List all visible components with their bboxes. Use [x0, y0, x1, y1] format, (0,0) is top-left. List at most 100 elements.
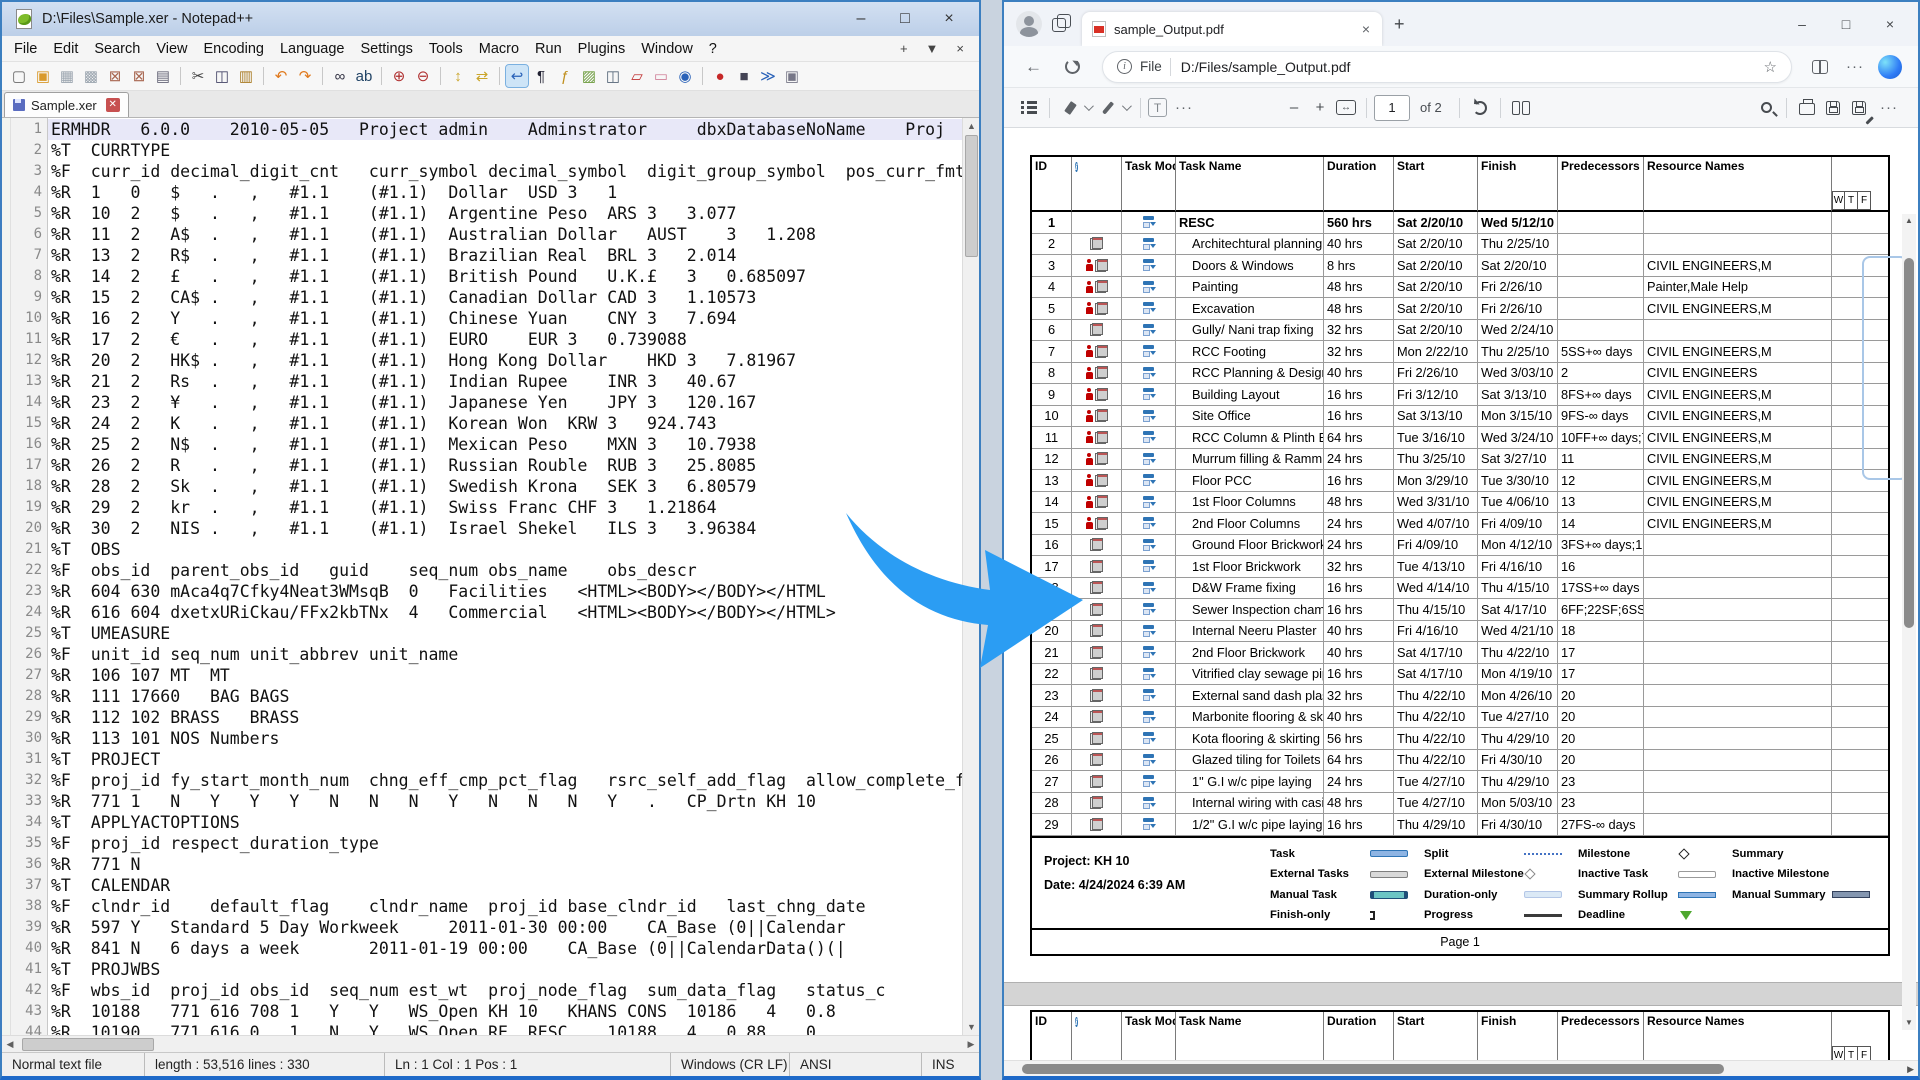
undo-icon[interactable]: ↶: [270, 65, 292, 87]
menu-macro[interactable]: Macro: [471, 38, 527, 60]
tab-close-icon[interactable]: ×: [1360, 21, 1372, 37]
menu-language[interactable]: Language: [272, 38, 353, 60]
menu-plugins[interactable]: Plugins: [570, 38, 634, 60]
back-icon[interactable]: ←: [1014, 57, 1053, 77]
document-map-icon[interactable]: ▨: [578, 65, 600, 87]
address-input[interactable]: i File D:/Files/sample_Output.pdf ☆: [1102, 50, 1792, 83]
page-info-icon[interactable]: i: [1117, 59, 1132, 74]
refresh-icon[interactable]: [1065, 59, 1080, 74]
menu-help[interactable]: ?: [701, 38, 725, 60]
draw-pen-icon[interactable]: [1095, 95, 1121, 121]
replace-icon[interactable]: ab: [353, 65, 375, 87]
menu-view[interactable]: View: [148, 38, 195, 60]
macro-stop-icon[interactable]: ■: [733, 65, 755, 87]
file-monitoring-icon[interactable]: ◉: [674, 65, 696, 87]
rotate-icon[interactable]: [1467, 95, 1493, 121]
pen-chevron-icon[interactable]: [1121, 101, 1132, 112]
sync-horizontal-scroll-icon[interactable]: ⇄: [471, 65, 493, 87]
zoom-in-icon[interactable]: ⊕: [388, 65, 410, 87]
highlighter-chevron-icon[interactable]: [1083, 101, 1094, 112]
close-document-icon[interactable]: ×: [947, 41, 973, 56]
macro-playback-icon[interactable]: ≫: [757, 65, 779, 87]
menu-file[interactable]: File: [6, 38, 45, 60]
horizontal-scroll-thumb[interactable]: [1022, 1064, 1724, 1074]
zoom-in-icon[interactable]: +: [1307, 95, 1333, 121]
tab-sample-output-pdf[interactable]: sample_Output.pdf ×: [1082, 12, 1382, 46]
zoom-out-icon[interactable]: ⊖: [412, 65, 434, 87]
browser-menu-icon[interactable]: ···: [1838, 58, 1872, 75]
save-icon[interactable]: ▦: [56, 65, 78, 87]
page-number-input[interactable]: 1: [1374, 94, 1410, 121]
pdf-viewport[interactable]: IDiTask ModeTask NameDurationStartFinish…: [1004, 128, 1918, 1060]
save-all-icon[interactable]: ▩: [80, 65, 102, 87]
cut-icon[interactable]: ✂: [187, 65, 209, 87]
find-icon[interactable]: ∞: [329, 65, 351, 87]
vertical-scroll-thumb[interactable]: [1904, 258, 1914, 628]
scroll-up-icon[interactable]: ▲: [1902, 214, 1916, 228]
editor-text-area[interactable]: ERMHDR 6.0.0 2010-05-05 Project admin Ad…: [48, 118, 962, 1035]
profile-avatar[interactable]: [1016, 11, 1042, 37]
scroll-down-icon[interactable]: ▼: [963, 1019, 979, 1035]
close-file-icon[interactable]: ⊠: [104, 65, 126, 87]
menu-encoding[interactable]: Encoding: [196, 38, 272, 60]
menu-run[interactable]: Run: [527, 38, 570, 60]
highlighter-icon[interactable]: [1057, 95, 1083, 121]
menu-tools[interactable]: Tools: [421, 38, 471, 60]
maximize-button[interactable]: □: [1824, 8, 1868, 40]
tab-sample-xer[interactable]: Sample.xer ✕: [4, 92, 129, 117]
copilot-icon[interactable]: [1878, 54, 1902, 79]
menu-search[interactable]: Search: [86, 38, 148, 60]
menu-settings[interactable]: Settings: [352, 38, 420, 60]
macro-record-icon[interactable]: ●: [709, 65, 731, 87]
dropdown-triangle-icon[interactable]: ▼: [917, 41, 948, 56]
page-view-icon[interactable]: [1508, 95, 1534, 121]
new-tab-button[interactable]: +: [1382, 14, 1417, 35]
close-button[interactable]: ×: [1868, 8, 1912, 40]
menu-edit[interactable]: Edit: [45, 38, 86, 60]
print-icon[interactable]: ▤: [152, 65, 174, 87]
editor-horizontal-scrollbar[interactable]: ◀ ▶: [2, 1035, 979, 1052]
save-icon[interactable]: [1820, 95, 1846, 121]
print-icon[interactable]: [1794, 95, 1820, 121]
vertical-scroll-thumb[interactable]: [965, 135, 978, 257]
sync-vertical-scroll-icon[interactable]: ↕: [447, 65, 469, 87]
scroll-right-icon[interactable]: ▶: [1907, 1061, 1914, 1077]
pdf-more-icon[interactable]: ···: [1872, 99, 1906, 116]
redo-icon[interactable]: ↷: [294, 65, 316, 87]
minimize-button[interactable]: –: [839, 5, 883, 33]
editor-vertical-scrollbar[interactable]: ▲ ▼: [962, 118, 979, 1035]
fit-to-width-icon[interactable]: ↔: [1333, 95, 1359, 121]
paste-icon[interactable]: ▥: [235, 65, 257, 87]
tab-group-icon[interactable]: [1052, 14, 1072, 34]
annotation-more-icon[interactable]: ···: [1167, 99, 1201, 116]
document-list-icon[interactable]: ◫: [602, 65, 624, 87]
maximize-button[interactable]: □: [883, 5, 927, 33]
folder-as-workspace-icon[interactable]: ▭: [650, 65, 672, 87]
scroll-left-icon[interactable]: ◀: [2, 1036, 18, 1053]
add-text-icon[interactable]: T: [1148, 98, 1167, 117]
open-file-icon[interactable]: ▣: [32, 65, 54, 87]
minimize-button[interactable]: –: [1780, 8, 1824, 40]
menu-window[interactable]: Window: [633, 38, 701, 60]
show-all-characters-icon[interactable]: ¶: [530, 65, 552, 87]
function-list-icon[interactable]: ƒ: [554, 65, 576, 87]
close-all-icon[interactable]: ⊠: [128, 65, 150, 87]
pdf-horizontal-scrollbar[interactable]: ▶: [1004, 1060, 1918, 1076]
pdf-vertical-scrollbar[interactable]: ▲ ▼: [1902, 214, 1916, 1030]
word-wrap-icon[interactable]: ↩: [505, 64, 529, 88]
scroll-down-icon[interactable]: ▼: [1902, 1016, 1916, 1030]
scroll-up-icon[interactable]: ▲: [963, 118, 979, 134]
pdf-document-icon[interactable]: ▱: [626, 65, 648, 87]
new-file-icon[interactable]: ▢: [8, 65, 30, 87]
search-icon[interactable]: [1753, 95, 1779, 121]
close-button[interactable]: ×: [927, 5, 971, 33]
notepadpp-titlebar[interactable]: D:\Files\Sample.xer - Notepad++ – □ ×: [2, 2, 979, 36]
table-of-contents-icon[interactable]: [1016, 95, 1042, 121]
tab-close-icon[interactable]: ✕: [105, 98, 120, 112]
split-screen-icon[interactable]: [1812, 59, 1828, 74]
run-external-icon[interactable]: ▣: [781, 65, 803, 87]
save-as-icon[interactable]: [1846, 95, 1872, 121]
favorite-star-icon[interactable]: ☆: [1764, 58, 1777, 76]
zoom-out-icon[interactable]: –: [1281, 95, 1307, 121]
new-tab-plus-icon[interactable]: +: [891, 41, 917, 56]
